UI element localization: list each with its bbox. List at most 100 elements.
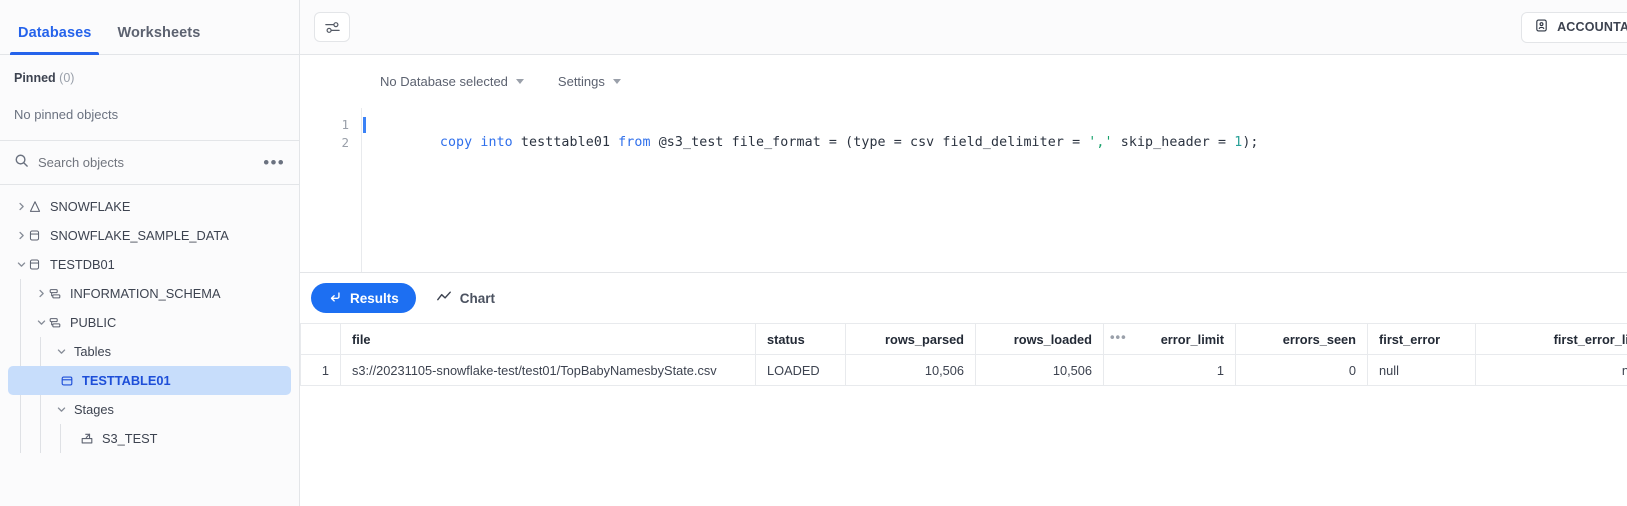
results-table: file status rows_parsed rows_loaded ••• … <box>300 323 1627 386</box>
tree-item-snowflake[interactable]: SNOWFLAKE <box>8 192 291 221</box>
line-number-gutter: 1 2 <box>300 108 362 272</box>
chevron-right-icon[interactable] <box>14 231 28 240</box>
cell-first-error-line: n <box>1475 354 1627 386</box>
results-table-container[interactable]: file status rows_parsed rows_loaded ••• … <box>300 323 1627 506</box>
cell-rows-parsed: 10,506 <box>845 354 976 386</box>
pinned-empty-text: No pinned objects <box>14 107 119 122</box>
top-toolbar: ACCOUNTADMIN <box>300 0 1627 55</box>
cell-errors-seen: 0 <box>1235 354 1368 386</box>
object-tree: SNOWFLAKE SNOWFLAKE_SAMPLE_DATA TESTDB01… <box>0 185 299 506</box>
tree-group-label: Tables <box>74 344 111 359</box>
table-header-row: file status rows_parsed rows_loaded ••• … <box>300 323 1627 355</box>
text-cursor <box>363 117 366 133</box>
column-header-first-error-line[interactable]: first_error_li <box>1475 323 1627 355</box>
search-icon <box>14 153 29 173</box>
cell-rows-loaded: 10,506 <box>975 354 1104 386</box>
sidebar-tabs: Databases Worksheets <box>0 0 299 55</box>
tab-chart[interactable]: Chart <box>430 283 501 313</box>
tree-group-stages[interactable]: Stages <box>8 395 291 424</box>
tab-results-label: Results <box>350 290 399 306</box>
column-header-error-limit[interactable]: ••• error_limit <box>1103 323 1236 355</box>
tree-item-testtable01[interactable]: TESTTABLE01 <box>8 366 291 395</box>
sql-token-keyword: from <box>618 134 651 150</box>
line-number: 1 <box>341 117 349 132</box>
chevron-down-icon[interactable] <box>14 260 28 269</box>
column-header-error-limit-label: error_limit <box>1160 331 1224 347</box>
column-header-file[interactable]: file <box>340 323 756 355</box>
pinned-section: Pinned (0) No pinned objects <box>0 55 299 140</box>
tree-item-label: TESTTABLE01 <box>82 373 171 388</box>
settings-menu[interactable]: Settings <box>558 74 621 89</box>
sql-token-text: @s3_test file_format = (type = csv field… <box>650 134 1089 150</box>
tree-item-label: TESTDB01 <box>50 257 115 272</box>
chevron-down-icon[interactable] <box>54 405 68 414</box>
database-selector-label: No Database selected <box>380 74 508 89</box>
column-header-first-error[interactable]: first_error <box>1367 323 1476 355</box>
tab-results[interactable]: Results <box>311 283 416 313</box>
chevron-down-icon[interactable] <box>34 318 48 327</box>
table-icon <box>60 374 82 388</box>
sliders-icon[interactable] <box>314 12 350 42</box>
sql-editor[interactable]: 1 2 copy into testtable01 from @s3_test … <box>300 108 1627 272</box>
chevron-right-icon[interactable] <box>34 289 48 298</box>
tab-chart-label: Chart <box>459 290 496 306</box>
tree-item-snowflake-sample-data[interactable]: SNOWFLAKE_SAMPLE_DATA <box>8 221 291 250</box>
tab-worksheets[interactable]: Worksheets <box>109 25 208 54</box>
column-header-rows-loaded[interactable]: rows_loaded <box>975 323 1104 355</box>
sql-code-area[interactable]: copy into testtable01 from @s3_test file… <box>362 108 1627 272</box>
search-input[interactable]: Search objects <box>38 155 254 170</box>
database-selector[interactable]: No Database selected <box>380 74 524 89</box>
sql-token-string: ',' <box>1088 134 1113 150</box>
column-header-errors-seen[interactable]: errors_seen <box>1235 323 1368 355</box>
tree-item-s3-test[interactable]: S3_TEST <box>8 424 291 453</box>
database-icon <box>28 258 50 271</box>
tree-item-information-schema[interactable]: INFORMATION_SCHEMA <box>8 279 291 308</box>
tree-item-public[interactable]: PUBLIC <box>8 308 291 337</box>
tree-item-label: SNOWFLAKE_SAMPLE_DATA <box>50 228 229 243</box>
settings-label: Settings <box>557 74 605 89</box>
database-icon <box>28 229 50 242</box>
column-header-status[interactable]: status <box>755 323 846 355</box>
account-role-label: ACCOUNTADMIN <box>1557 20 1627 34</box>
query-context-bar: No Database selected Settings <box>300 55 1627 108</box>
sidebar: Databases Worksheets Pinned (0) No pinne… <box>0 0 300 506</box>
line-number: 2 <box>341 134 349 150</box>
column-header-rownum <box>300 323 341 355</box>
tab-worksheets-label: Worksheets <box>117 25 201 41</box>
line-chart-icon <box>436 289 452 308</box>
sql-token-keyword: copy into <box>439 134 513 150</box>
more-horizontal-icon[interactable]: ••• <box>263 154 285 171</box>
snowsight-app: Databases Worksheets Pinned (0) No pinne… <box>0 0 1627 506</box>
pinned-count: (0) <box>59 71 75 85</box>
cell-error-limit: 1 <box>1103 354 1236 386</box>
schema-icon <box>48 316 70 330</box>
chevron-down-icon <box>612 79 621 84</box>
chevron-down-icon[interactable] <box>54 347 68 356</box>
tab-databases-label: Databases <box>18 25 92 41</box>
tree-item-label: PUBLIC <box>70 315 117 330</box>
tree-group-tables[interactable]: Tables <box>8 337 291 366</box>
cell-first-error: null <box>1367 354 1476 386</box>
tree-item-testdb01[interactable]: TESTDB01 <box>8 250 291 279</box>
cell-status: LOADED <box>755 354 846 386</box>
table-row[interactable]: 1 s3://20231105-snowflake-test/test01/To… <box>300 354 1627 386</box>
snowflake-icon <box>28 200 50 214</box>
search-row[interactable]: Search objects ••• <box>0 141 299 184</box>
column-header-rows-parsed[interactable]: rows_parsed <box>845 323 976 355</box>
pinned-label: Pinned <box>14 71 56 85</box>
stage-icon <box>80 432 102 446</box>
account-role-button[interactable]: ACCOUNTADMIN <box>1521 11 1627 43</box>
cell-file: s3://20231105-snowflake-test/test01/TopB… <box>340 354 756 386</box>
schema-icon <box>48 287 70 301</box>
more-horizontal-icon[interactable]: ••• <box>1110 330 1127 345</box>
main-panel: ACCOUNTADMIN No Database selected Settin… <box>300 0 1627 506</box>
tree-item-label: S3_TEST <box>102 431 158 446</box>
tab-databases[interactable]: Databases <box>10 25 100 55</box>
chevron-right-icon[interactable] <box>14 202 28 211</box>
chevron-down-icon <box>515 79 524 84</box>
tree-group-label: Stages <box>74 402 114 417</box>
results-tab-bar: Results Chart <box>300 273 1627 323</box>
arrow-return-icon <box>328 290 342 307</box>
id-badge-icon <box>1534 18 1549 36</box>
tree-item-label: SNOWFLAKE <box>50 199 131 214</box>
